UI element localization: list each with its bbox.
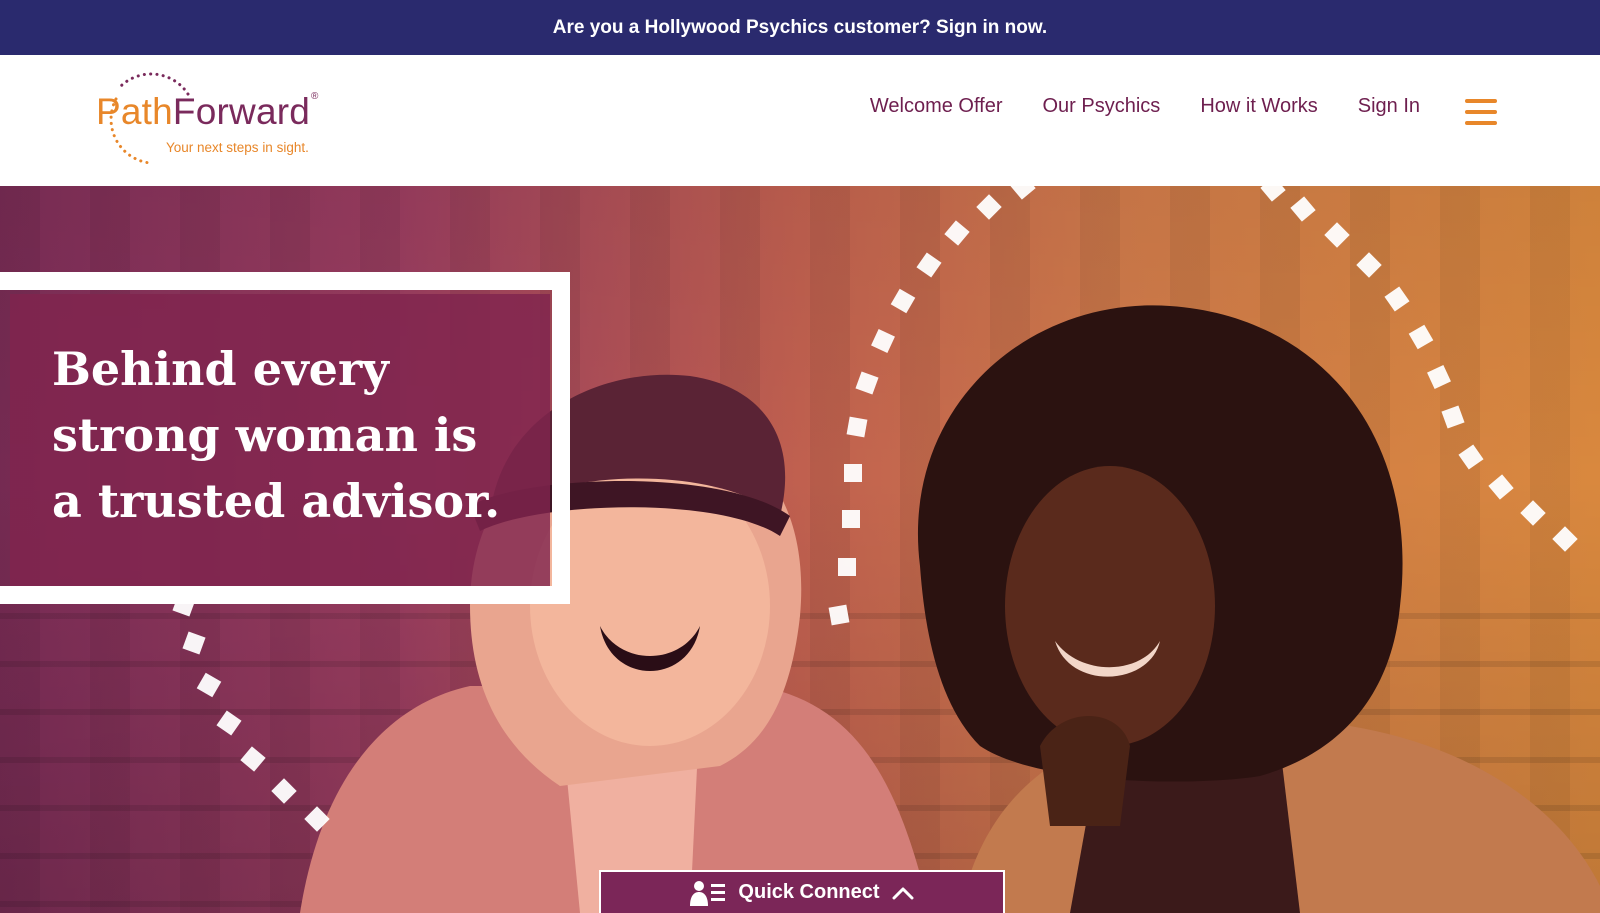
headline-line-2: strong woman is: [52, 408, 478, 462]
hamburger-menu-icon[interactable]: [1465, 99, 1497, 125]
quick-connect-button[interactable]: Quick Connect: [599, 870, 1005, 913]
nav-welcome-offer[interactable]: Welcome Offer: [870, 95, 1003, 118]
hero-section: Behind every strong woman is a trusted a…: [0, 186, 1600, 913]
customer-sign-in-link[interactable]: Are you a Hollywood Psychics customer? S…: [553, 17, 1047, 39]
hero-headline: Behind every strong woman is a trusted a…: [52, 336, 532, 534]
logo-wordmark: PathForward®: [96, 91, 319, 132]
site-header: PathForward® Your next steps in sight. W…: [0, 55, 1600, 186]
chevron-up-icon: [892, 887, 914, 899]
pathforward-logo[interactable]: PathForward® Your next steps in sight.: [96, 67, 336, 167]
headline-line-1: Behind every: [52, 342, 389, 396]
promo-banner: Are you a Hollywood Psychics customer? S…: [0, 0, 1600, 55]
logo-tagline: Your next steps in sight.: [166, 140, 309, 155]
headline-line-3: a trusted advisor.: [52, 474, 501, 528]
contact-list-icon: [690, 880, 726, 906]
main-nav: Welcome Offer Our Psychics How it Works …: [870, 95, 1420, 118]
nav-how-it-works[interactable]: How it Works: [1200, 95, 1317, 118]
quick-connect-label: Quick Connect: [738, 881, 880, 903]
nav-sign-in[interactable]: Sign In: [1358, 95, 1420, 118]
nav-our-psychics[interactable]: Our Psychics: [1043, 95, 1161, 118]
